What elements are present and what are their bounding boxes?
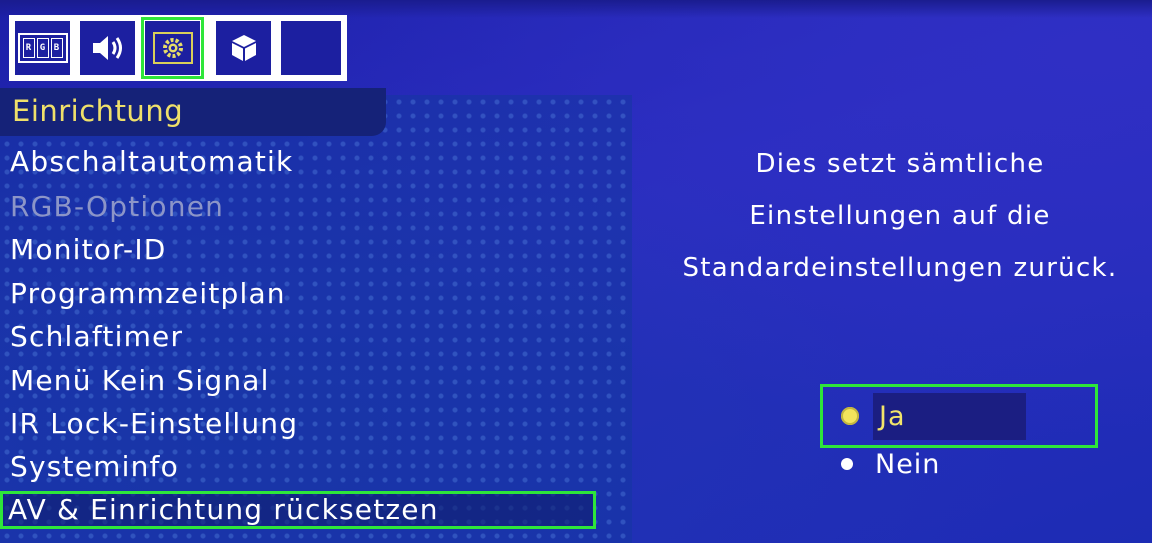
menu-item-programmzeitplan[interactable]: Programmzeitplan <box>10 277 286 310</box>
option-ja-label: Ja <box>873 392 1026 440</box>
reset-description: Dies setzt sämtliche Einstellungen auf d… <box>650 138 1150 294</box>
description-line-2: Einstellungen auf die <box>749 201 1051 231</box>
tab-sound[interactable] <box>80 21 135 75</box>
radio-unselected-icon <box>841 458 853 470</box>
option-ja[interactable]: Ja <box>820 384 1098 448</box>
tab-picture[interactable]: R G B <box>15 21 70 75</box>
menu-item-systeminfo[interactable]: Systeminfo <box>10 450 179 483</box>
category-tab-bar: R G B <box>9 15 347 81</box>
description-line-1: Dies setzt sämtliche <box>755 149 1045 179</box>
menu-item-monitor-id[interactable]: Monitor-ID <box>10 233 167 266</box>
option-nein[interactable]: Nein <box>841 444 940 484</box>
rgb-icon: R G B <box>17 33 68 63</box>
rgb-icon-r: R <box>22 38 35 58</box>
tab-setup[interactable] <box>141 17 204 79</box>
menu-item-abschaltautomatik[interactable]: Abschaltautomatik <box>10 145 293 178</box>
description-line-3: Standardeinstellungen zurück. <box>682 253 1118 283</box>
option-nein-label: Nein <box>875 448 941 480</box>
menu-item-menue-kein-signal[interactable]: Menü Kein Signal <box>10 364 270 397</box>
speaker-icon <box>92 36 122 60</box>
tab-empty[interactable] <box>281 21 341 75</box>
menu-item-reset[interactable]: AV & Einrichtung rücksetzen <box>0 491 596 529</box>
menu-item-schlaftimer[interactable]: Schlaftimer <box>10 320 183 353</box>
rgb-icon-b: B <box>50 38 63 58</box>
rgb-icon-g: G <box>36 38 49 58</box>
tab-options[interactable] <box>216 21 271 75</box>
settings-icon <box>152 32 193 64</box>
radio-selected-icon <box>841 407 859 425</box>
menu-item-rgb-optionen: RGB-Optionen <box>10 190 225 223</box>
cube-icon <box>231 35 256 61</box>
menu-title: Einrichtung <box>12 94 184 128</box>
menu-title-bar: Einrichtung <box>0 88 386 136</box>
menu-item-ir-lock[interactable]: IR Lock-Einstellung <box>10 407 298 440</box>
